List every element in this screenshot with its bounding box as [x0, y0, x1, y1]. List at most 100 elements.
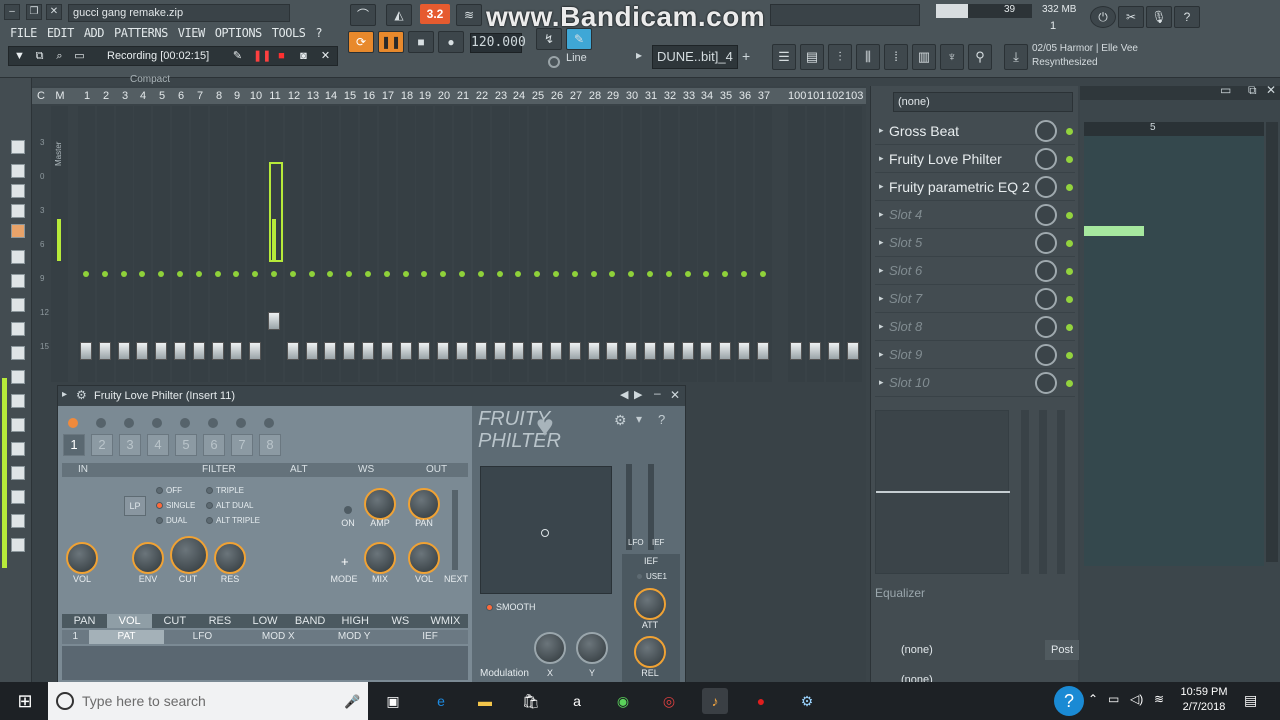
- windows-start-icon[interactable]: ⊞: [12, 688, 38, 714]
- track-enable-led[interactable]: [365, 271, 371, 277]
- track-enable-led[interactable]: [327, 271, 333, 277]
- browser-icon[interactable]: ▥: [912, 44, 936, 70]
- mixer-track-102[interactable]: [826, 106, 843, 382]
- slot-enable-led[interactable]: [1066, 380, 1073, 387]
- help-circle-icon[interactable]: ?: [1054, 686, 1084, 716]
- track-enable-led[interactable]: [384, 271, 390, 277]
- volume-icon[interactable]: ◁): [1130, 692, 1143, 706]
- track-enable-led[interactable]: [102, 271, 108, 277]
- mod-tab-mod-y[interactable]: MOD Y: [316, 630, 392, 644]
- mixer-track-14[interactable]: [322, 106, 339, 382]
- volume-fader[interactable]: [287, 342, 299, 360]
- menu-patterns[interactable]: PATTERNS: [112, 25, 170, 43]
- mixer-track-33[interactable]: [680, 106, 697, 382]
- volume-fader[interactable]: [790, 342, 802, 360]
- insert-preset-selector[interactable]: (none): [893, 92, 1073, 112]
- piano-roll-icon[interactable]: ▤: [800, 44, 824, 70]
- taskbar-clock[interactable]: 10:59 PM 2/7/2018: [1174, 685, 1234, 715]
- mixer-track-5[interactable]: [153, 106, 170, 382]
- mixer-track-10[interactable]: [247, 106, 264, 382]
- chrome-icon[interactable]: ◎: [656, 688, 682, 714]
- menu-tools[interactable]: TOOLS: [270, 25, 308, 43]
- slot-expand-icon[interactable]: ▸: [879, 293, 884, 304]
- menu-file[interactable]: FILE: [8, 25, 39, 43]
- preset-button-2[interactable]: 2: [91, 434, 113, 456]
- mixer-track-25[interactable]: [529, 106, 546, 382]
- time-signature-display[interactable]: 3.2: [420, 4, 450, 24]
- fl-studio-icon[interactable]: ♪: [702, 688, 728, 714]
- res-knob[interactable]: [214, 542, 246, 574]
- slot-mix-knob[interactable]: [1035, 316, 1057, 338]
- volume-fader[interactable]: [362, 342, 374, 360]
- volume-fader[interactable]: [193, 342, 205, 360]
- next-preset-icon[interactable]: ▶: [634, 388, 642, 401]
- track-enable-led[interactable]: [271, 271, 277, 277]
- mode-single[interactable]: SINGLE: [156, 501, 195, 510]
- slot-expand-icon[interactable]: ▸: [879, 265, 884, 276]
- voice-search-icon[interactable]: 🎤: [344, 694, 360, 710]
- mixer-track-4[interactable]: [134, 106, 151, 382]
- edge-icon[interactable]: e: [428, 688, 454, 714]
- smooth-toggle[interactable]: SMOOTH: [486, 602, 536, 612]
- xy-cursor-icon[interactable]: [541, 529, 549, 537]
- slot-mix-knob[interactable]: [1035, 260, 1057, 282]
- slot-expand-icon[interactable]: ▸: [879, 237, 884, 248]
- browser-tile[interactable]: [11, 394, 25, 408]
- preset-button-1[interactable]: 1: [63, 434, 85, 456]
- playlist-ruler[interactable]: 5: [1084, 122, 1264, 136]
- pattern-editor[interactable]: [62, 646, 468, 680]
- mixer-track-6[interactable]: [172, 106, 189, 382]
- mixer-track-2[interactable]: [97, 106, 114, 382]
- slot-enable-led[interactable]: [1066, 184, 1073, 191]
- playlist-maximize-icon[interactable]: ▭: [1220, 83, 1231, 97]
- mixer-track-29[interactable]: [604, 106, 621, 382]
- browser-tile[interactable]: [11, 250, 25, 264]
- effect-slot-9[interactable]: ▸ Slot 9: [875, 342, 1075, 369]
- track-enable-led[interactable]: [139, 271, 145, 277]
- dropdown-icon[interactable]: ▼: [13, 50, 26, 63]
- preset-button-8[interactable]: 8: [259, 434, 281, 456]
- slot-enable-led[interactable]: [1066, 268, 1073, 275]
- browser-tile[interactable]: [11, 140, 25, 154]
- mixer-track-16[interactable]: [360, 106, 377, 382]
- effect-slot-7[interactable]: ▸ Slot 7: [875, 286, 1075, 313]
- effect-slot-10[interactable]: ▸ Slot 10: [875, 370, 1075, 397]
- mixer-track-30[interactable]: [623, 106, 640, 382]
- minimize-plugin-icon[interactable]: –: [654, 386, 661, 400]
- slot-mix-knob[interactable]: [1035, 232, 1057, 254]
- post-button[interactable]: Post: [1045, 640, 1080, 660]
- use1-toggle[interactable]: USE1: [636, 572, 667, 581]
- mixer-track-18[interactable]: [398, 106, 415, 382]
- mix-knob[interactable]: [364, 542, 396, 574]
- volume-fader[interactable]: [569, 342, 581, 360]
- track-enable-led[interactable]: [177, 271, 183, 277]
- mixer-track-100[interactable]: [788, 106, 805, 382]
- menu-edit[interactable]: EDIT: [45, 25, 76, 43]
- track-enable-led[interactable]: [121, 271, 127, 277]
- volume-fader[interactable]: [418, 342, 430, 360]
- tab-high[interactable]: HIGH: [333, 614, 378, 628]
- out-slider[interactable]: [452, 490, 458, 570]
- next-label[interactable]: NEXT: [436, 574, 476, 584]
- browser-tile[interactable]: [11, 466, 25, 480]
- preset-button-5[interactable]: 5: [175, 434, 197, 456]
- volume-fader[interactable]: [606, 342, 618, 360]
- camera-icon[interactable]: ◙: [297, 50, 310, 63]
- volume-fader[interactable]: [99, 342, 111, 360]
- tripadvisor-icon[interactable]: ◉: [610, 688, 636, 714]
- track-enable-led[interactable]: [703, 271, 709, 277]
- settings-gear-icon[interactable]: ⚙: [76, 388, 87, 402]
- volume-fader[interactable]: [550, 342, 562, 360]
- volume-fader[interactable]: [809, 342, 821, 360]
- amazon-icon[interactable]: a: [564, 688, 590, 714]
- mixer-track-21[interactable]: [454, 106, 471, 382]
- track-enable-led[interactable]: [572, 271, 578, 277]
- wifi-icon[interactable]: ≋: [1154, 692, 1164, 706]
- track-enable-led[interactable]: [722, 271, 728, 277]
- volume-fader[interactable]: [494, 342, 506, 360]
- section-alt-label[interactable]: ALT: [290, 464, 308, 475]
- volume-fader[interactable]: [212, 342, 224, 360]
- filter-type-button[interactable]: LP: [124, 496, 146, 516]
- tab-res[interactable]: RES: [197, 614, 242, 628]
- add-pattern-icon[interactable]: +: [742, 48, 750, 64]
